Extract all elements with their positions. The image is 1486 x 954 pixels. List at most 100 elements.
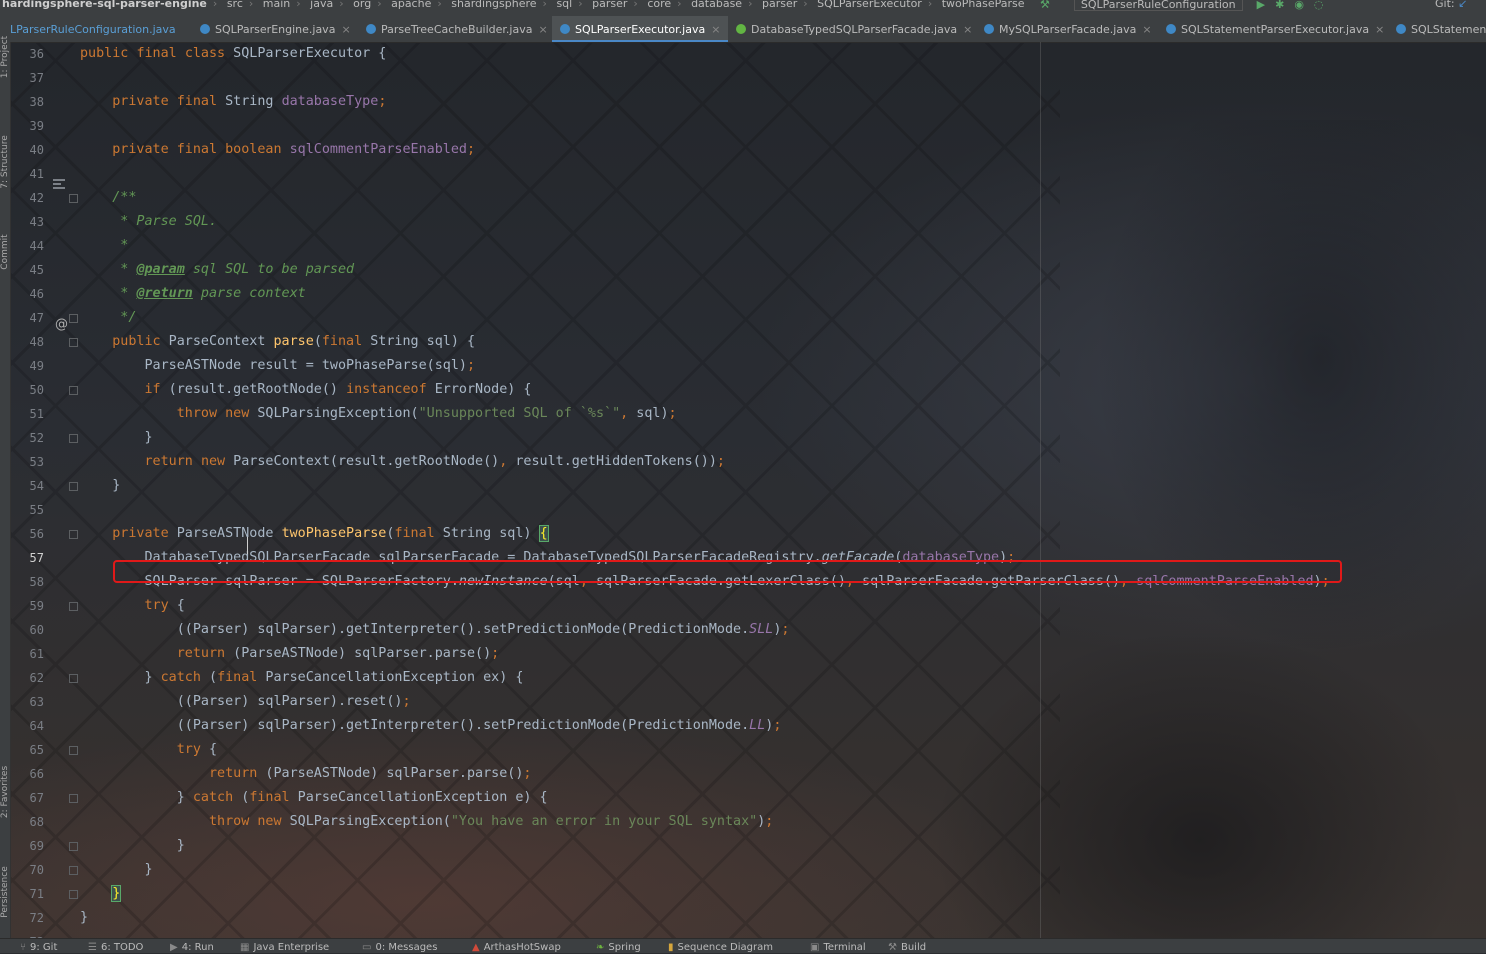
code-line[interactable]: } catch (final ParseCancellationExceptio… (80, 666, 523, 690)
fold-toggle-icon[interactable] (69, 842, 78, 851)
tool-window-build[interactable]: ⚒ Build (888, 939, 926, 953)
fold-toggle-icon[interactable] (69, 602, 78, 611)
code-line[interactable]: try { (80, 738, 217, 762)
code-line[interactable]: * Parse SQL. (80, 210, 217, 234)
breadcrumb-separator-icon: › (578, 0, 583, 10)
breadcrumb-item[interactable]: shardingsphere (451, 0, 536, 9)
code-line[interactable]: if (result.getRootNode() instanceof Erro… (80, 378, 532, 402)
breadcrumb-item[interactable]: org (353, 0, 371, 9)
line-number: 51 (29, 407, 44, 421)
code-line[interactable]: * @param sql SQL to be parsed (80, 258, 354, 282)
breadcrumb-item[interactable]: database (691, 0, 742, 9)
fold-toggle-icon[interactable] (69, 890, 78, 899)
fold-toggle-icon[interactable] (69, 866, 78, 875)
fold-toggle-icon[interactable] (69, 482, 78, 491)
breadcrumb-item[interactable]: java (310, 0, 333, 9)
code-line[interactable]: try { (80, 594, 185, 618)
code-line[interactable]: } (80, 426, 152, 450)
code-line[interactable]: } (80, 882, 122, 906)
breadcrumb-item[interactable]: parser (592, 0, 627, 9)
code-line[interactable]: ((Parser) sqlParser).reset(); (80, 690, 411, 714)
code-line[interactable]: } (80, 906, 88, 930)
code-line[interactable]: public final class SQLParserExecutor { (80, 42, 386, 66)
run-configuration-dropdown[interactable]: SQLParserRuleConfiguration (1073, 0, 1243, 11)
tool-window-structure[interactable]: 7: Structure (0, 135, 10, 189)
code-line[interactable]: ParseASTNode result = twoPhaseParse(sql)… (80, 354, 475, 378)
run-icon[interactable]: ▶ (1257, 0, 1265, 10)
annotation-at-icon[interactable]: @ (55, 317, 68, 332)
code-line[interactable]: } (80, 834, 185, 858)
tool-window-persistence[interactable]: Persistence (0, 865, 10, 919)
code-line[interactable]: */ (80, 306, 136, 330)
code-line[interactable]: /** (80, 186, 136, 210)
tool-window-java-enterprise[interactable]: ▦ Java Enterprise (240, 939, 329, 953)
tool-window-git[interactable]: ⑂ 9: Git (20, 939, 57, 953)
line-number: 53 (29, 455, 44, 469)
code-line[interactable]: private ParseASTNode twoPhaseParse(final… (80, 522, 549, 546)
breadcrumb-item[interactable]: hardingsphere-sql-parser-engine (2, 0, 207, 9)
breadcrumb-item[interactable]: main (263, 0, 290, 9)
tool-window-arthashotswap[interactable]: ▲ ArthasHotSwap (472, 939, 561, 953)
text-caret (247, 537, 248, 554)
line-number: 37 (29, 71, 44, 85)
tool-window-run[interactable]: ▶ 4: Run (170, 939, 214, 953)
code-line[interactable]: ((Parser) sqlParser).getInterpreter().se… (80, 618, 790, 642)
hammer-build-icon[interactable]: ⚒ (1040, 0, 1050, 10)
fold-toggle-icon[interactable] (69, 338, 78, 347)
code-line[interactable]: * @return parse context (80, 282, 305, 306)
debug-icon[interactable]: ✱ (1275, 0, 1284, 10)
line-number: 54 (29, 479, 44, 493)
code-line[interactable]: return new ParseContext(result.getRootNo… (80, 450, 725, 474)
tool-window-todo[interactable]: ☰ 6: TODO (88, 939, 143, 953)
arthas-icon: ▲ (472, 942, 480, 953)
tool-window-commit[interactable]: Commit (0, 225, 10, 279)
fold-toggle-icon[interactable] (69, 794, 78, 803)
tool-window-favorites[interactable]: 2: Favorites (0, 765, 10, 819)
fold-toggle-icon[interactable] (69, 386, 78, 395)
breadcrumb-item[interactable]: sql (556, 0, 572, 9)
code-line[interactable]: return (ParseASTNode) sqlParser.parse(); (80, 762, 531, 786)
editor-gutter[interactable]: @ 36 37 38 39 40 41 42 43 44 45 46 47 48 49 50 51 52 53 54… (11, 42, 81, 949)
fold-toggle-icon[interactable] (69, 746, 78, 755)
rendered-doc-icon[interactable] (53, 179, 65, 189)
tool-window-terminal[interactable]: ▣ Terminal (810, 939, 866, 953)
tool-window-messages[interactable]: ▭ 0: Messages (362, 939, 437, 953)
code-line[interactable]: private final boolean sqlCommentParseEna… (80, 138, 475, 162)
line-number: 39 (29, 119, 44, 133)
code-line[interactable]: throw new SQLParsingException("You have … (80, 810, 773, 834)
code-line[interactable]: public ParseContext parse(final String s… (80, 330, 475, 354)
line-number: 52 (29, 431, 44, 445)
code-line[interactable]: * (80, 234, 128, 258)
vcs-update-icon[interactable]: ↙ (1458, 0, 1467, 10)
profile-icon[interactable]: ◌ (1314, 0, 1324, 10)
coverage-icon[interactable]: ◉ (1294, 0, 1304, 10)
breadcrumb-item[interactable]: parser (762, 0, 797, 9)
breadcrumb-separator-icon: › (633, 0, 638, 10)
line-number: 69 (29, 839, 44, 853)
breadcrumb-item-method[interactable]: twoPhaseParse (942, 0, 1025, 9)
code-line[interactable]: private final String databaseType; (80, 90, 386, 114)
breadcrumb-item[interactable]: core (647, 0, 671, 9)
breadcrumb-item[interactable]: apache (391, 0, 431, 9)
fold-toggle-icon[interactable] (69, 194, 78, 203)
tool-window-project[interactable]: 1: Project (0, 30, 10, 84)
line-number: 67 (29, 791, 44, 805)
fold-toggle-icon[interactable] (69, 530, 78, 539)
breadcrumb-item-class[interactable]: SQLParserExecutor (817, 0, 922, 9)
code-line[interactable]: ((Parser) sqlParser).getInterpreter().se… (80, 714, 782, 738)
tool-window-label: 4: Run (181, 942, 214, 953)
code-editor[interactable]: public final class SQLParserExecutor { p… (80, 30, 1486, 938)
code-line[interactable]: } (80, 474, 120, 498)
breadcrumb-separator-icon: › (803, 0, 808, 10)
code-line[interactable]: } (80, 858, 152, 882)
fold-toggle-icon[interactable] (69, 434, 78, 443)
fold-toggle-icon[interactable] (69, 314, 78, 323)
tool-window-spring[interactable]: ❧ Spring (596, 939, 641, 953)
code-line[interactable]: return (ParseASTNode) sqlParser.parse(); (80, 642, 499, 666)
navigation-bar: hardingsphere-sql-parser-engine › src › ma… (0, 0, 1486, 16)
code-line[interactable]: } catch (final ParseCancellationExceptio… (80, 786, 548, 810)
breadcrumb-item[interactable]: src (227, 0, 243, 9)
code-line[interactable]: throw new SQLParsingException("Unsupport… (80, 402, 677, 426)
fold-toggle-icon[interactable] (69, 674, 78, 683)
tool-window-sequence-diagram[interactable]: ▮ Sequence Diagram (668, 939, 773, 953)
